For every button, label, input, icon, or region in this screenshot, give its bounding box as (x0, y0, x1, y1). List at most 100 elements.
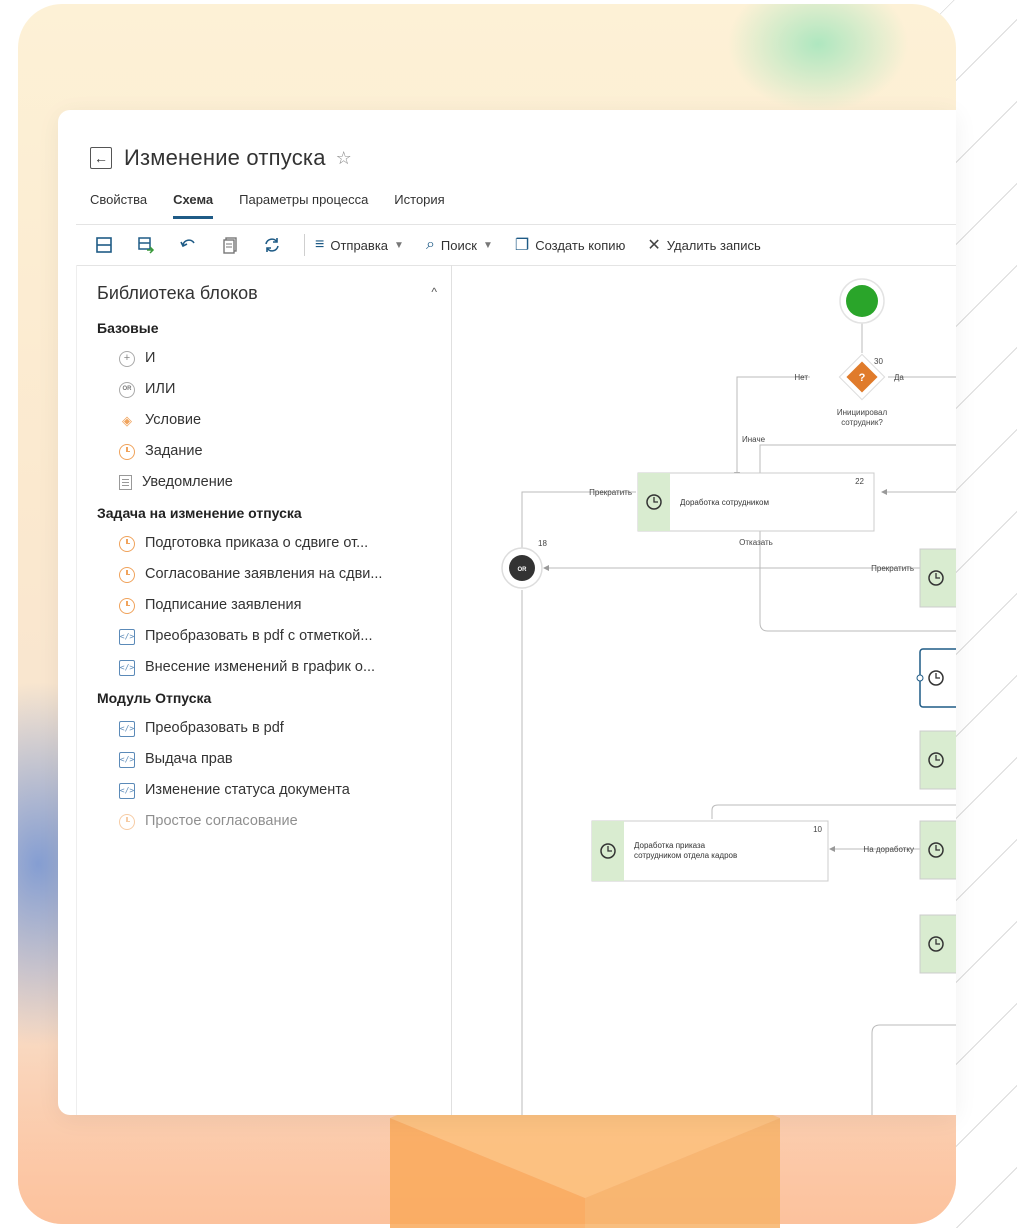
no-label: Нет (794, 373, 808, 382)
block-item[interactable]: Подписание заявления (97, 590, 445, 621)
create-copy-button[interactable]: ❐ Создать копию (515, 235, 625, 255)
script-icon: </> (119, 782, 135, 799)
task-node[interactable] (919, 730, 956, 790)
script-icon: </> (119, 751, 135, 768)
condition-label-2: сотрудник? (841, 418, 883, 427)
task2-label-2: сотрудником отдела кадров (634, 851, 737, 860)
toolbar-divider (304, 234, 305, 256)
refresh-icon[interactable] (258, 231, 286, 259)
create-copy-label: Создать копию (535, 237, 626, 253)
block-library-panel: Библиотека блоков ^ Базовые + И OR ИЛИ ◈ Ус… (76, 265, 452, 1115)
copy-icon: ❐ (514, 237, 530, 254)
block-library-title: Библиотека блоков (97, 283, 258, 303)
send-label: Отправка (330, 237, 389, 253)
script-icon: </> (119, 659, 135, 676)
block-item-task[interactable]: Задание (97, 436, 445, 467)
block-item-label: Подготовка приказа о сдвиге от... (145, 535, 369, 551)
clock-icon (119, 813, 135, 830)
clock-icon (119, 443, 135, 460)
task1-label: Доработка сотрудником (680, 498, 769, 507)
block-item-label: Согласование заявления на сдви... (145, 566, 383, 582)
start-node[interactable] (846, 285, 878, 317)
undo-icon[interactable] (174, 231, 202, 259)
send-dropdown[interactable]: ≡ Отправка ▼ (315, 236, 404, 254)
diagram-canvas[interactable]: ? 30 Нет Да Инициировал сотрудник? Иначе… (450, 265, 956, 1115)
block-item-label: Преобразовать в pdf с отметкой... (145, 628, 373, 644)
chevron-down-icon: ▼ (482, 239, 493, 251)
block-item-notification[interactable]: Уведомление (97, 467, 445, 498)
stop-label: Прекратить (589, 488, 632, 497)
tab-bar: Свойства Схема Параметры процесса Истори… (90, 192, 471, 219)
close-icon: ✕ (647, 237, 661, 254)
block-item-and[interactable]: + И (97, 343, 445, 374)
block-item-label: Изменение статуса документа (145, 782, 350, 798)
delete-record-label: Удалить запись (666, 237, 761, 253)
toolbar: ≡ Отправка ▼ ⌕ Поиск ▼ ❐ Создать копию ✕… (76, 224, 956, 266)
script-icon: </> (119, 720, 135, 737)
block-item-label: ИЛИ (145, 381, 176, 397)
block-item[interactable]: Простое согласование (97, 806, 445, 837)
and-icon: + (119, 350, 135, 367)
or-number: 18 (538, 539, 547, 548)
else-label: Иначе (742, 435, 766, 444)
stop-label: Прекратить (871, 564, 914, 573)
delete-record-button[interactable]: ✕ Удалить запись (647, 235, 760, 255)
block-item[interactable]: </> Изменение статуса документа (97, 775, 445, 806)
search-icon: ⌕ (425, 236, 435, 253)
task-node-selected[interactable] (916, 648, 956, 708)
block-item-label: Выдача прав (145, 751, 233, 767)
block-item-label: Условие (145, 412, 202, 428)
block-item-label: Уведомление (142, 474, 233, 490)
chevron-up-icon[interactable]: ^ (431, 285, 437, 299)
page-title: Изменение отпуска (124, 145, 326, 170)
block-item[interactable]: Согласование заявления на сдви... (97, 559, 445, 590)
condition-label-1: Инициировал (837, 408, 888, 417)
save-and-close-icon[interactable] (132, 231, 160, 259)
condition-icon: ◈ (122, 413, 132, 428)
clock-icon (119, 535, 135, 552)
tab-process-params[interactable]: Параметры процесса (239, 192, 368, 219)
or-icon: OR (119, 381, 135, 398)
task-node[interactable] (919, 914, 956, 974)
block-item[interactable]: Подготовка приказа о сдвиге от... (97, 528, 445, 559)
block-item[interactable]: </> Внесение изменений в график о... (97, 652, 445, 683)
search-label: Поиск (440, 237, 477, 253)
star-icon[interactable]: ☆ (336, 148, 352, 169)
block-item-label: Подписание заявления (145, 597, 302, 613)
task2-label-1: Доработка приказа (634, 841, 706, 850)
tab-properties[interactable]: Свойства (90, 192, 147, 219)
back-button[interactable]: ← (90, 147, 112, 169)
tab-history[interactable]: История (394, 192, 444, 219)
yes-label: Да (894, 373, 904, 382)
task-node[interactable] (919, 820, 956, 880)
search-dropdown[interactable]: ⌕ Поиск ▼ (426, 236, 493, 254)
or-label: OR (518, 567, 528, 573)
chevron-down-icon: ▼ (394, 239, 404, 251)
block-item-label: И (145, 350, 156, 366)
block-item[interactable]: </> Выдача прав (97, 744, 445, 775)
save-icon[interactable] (90, 231, 118, 259)
block-list: Базовые + И OR ИЛИ ◈ Условие Задание Уведом… (97, 313, 445, 837)
clock-icon (119, 597, 135, 614)
task1-number: 22 (855, 477, 864, 486)
block-item-condition[interactable]: ◈ Условие (97, 405, 445, 436)
send-icon: ≡ (315, 236, 325, 253)
title-bar: ← Изменение отпуска ☆ (90, 142, 352, 174)
rework-label: На доработку (863, 845, 914, 854)
block-item[interactable]: </> Преобразовать в pdf (97, 713, 445, 744)
svg-text:?: ? (859, 372, 866, 384)
script-icon: </> (119, 628, 135, 645)
task-node[interactable] (919, 548, 956, 608)
group-title: Базовые (97, 320, 159, 336)
tab-schema[interactable]: Схема (173, 192, 214, 219)
block-item-label: Задание (145, 443, 203, 459)
block-item-label: Внесение изменений в график о... (145, 659, 376, 675)
block-item-or[interactable]: OR ИЛИ (97, 374, 445, 405)
task2-number: 10 (813, 825, 822, 834)
app-window: ← Изменение отпуска ☆ Свойства Схема Пар… (58, 110, 956, 1115)
copy-icon[interactable] (216, 231, 244, 259)
block-item-label: Простое согласование (145, 813, 298, 829)
block-item[interactable]: </> Преобразовать в pdf с отметкой... (97, 621, 445, 652)
group-title: Модуль Отпуска (97, 690, 212, 706)
clock-icon (119, 566, 135, 583)
